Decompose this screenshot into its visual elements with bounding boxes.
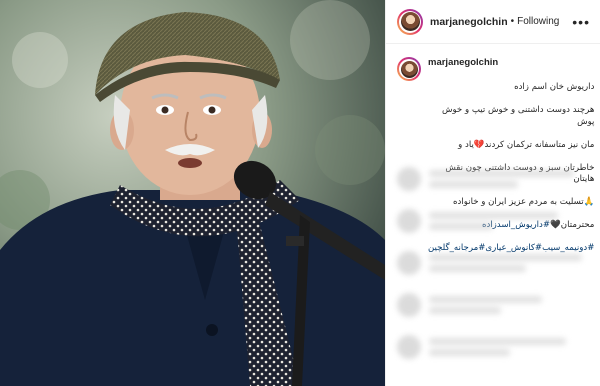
avatar[interactable] [397, 8, 423, 35]
caption-username[interactable]: marjanegolchin [428, 57, 594, 69]
avatar [397, 209, 421, 233]
profile-picture [400, 12, 420, 31]
header-separator: • [510, 16, 515, 27]
header-username[interactable]: marjanegolchin [430, 16, 508, 28]
caption-line: مان نیز متاسفانه ترکمان کردند💔یاد و [458, 139, 595, 150]
post-header: marjanegolchin • Following ••• [386, 0, 600, 44]
portrait-illustration [0, 0, 385, 386]
comment-row [386, 242, 600, 284]
caption-avatar[interactable] [397, 57, 421, 81]
avatar [397, 293, 421, 317]
comment-row [386, 284, 600, 326]
avatar [397, 167, 421, 191]
post-photo[interactable] [0, 0, 385, 386]
caption-line: داریوش خان اسم زاده [514, 82, 595, 92]
follow-status[interactable]: Following [517, 16, 559, 27]
avatar [397, 335, 421, 359]
more-options-icon[interactable]: ••• [572, 15, 590, 29]
avatar [397, 251, 421, 275]
caption-profile-picture [400, 60, 418, 78]
comment-row [386, 158, 600, 200]
comment-row [386, 326, 600, 368]
comment-row [386, 200, 600, 242]
caption-line: هرچند دوست داشتنی و خوش تیپ و خوش پوش [442, 105, 595, 127]
post-side-panel: marjanegolchin • Following ••• marjanego… [385, 0, 600, 386]
blurred-comments [386, 158, 600, 386]
